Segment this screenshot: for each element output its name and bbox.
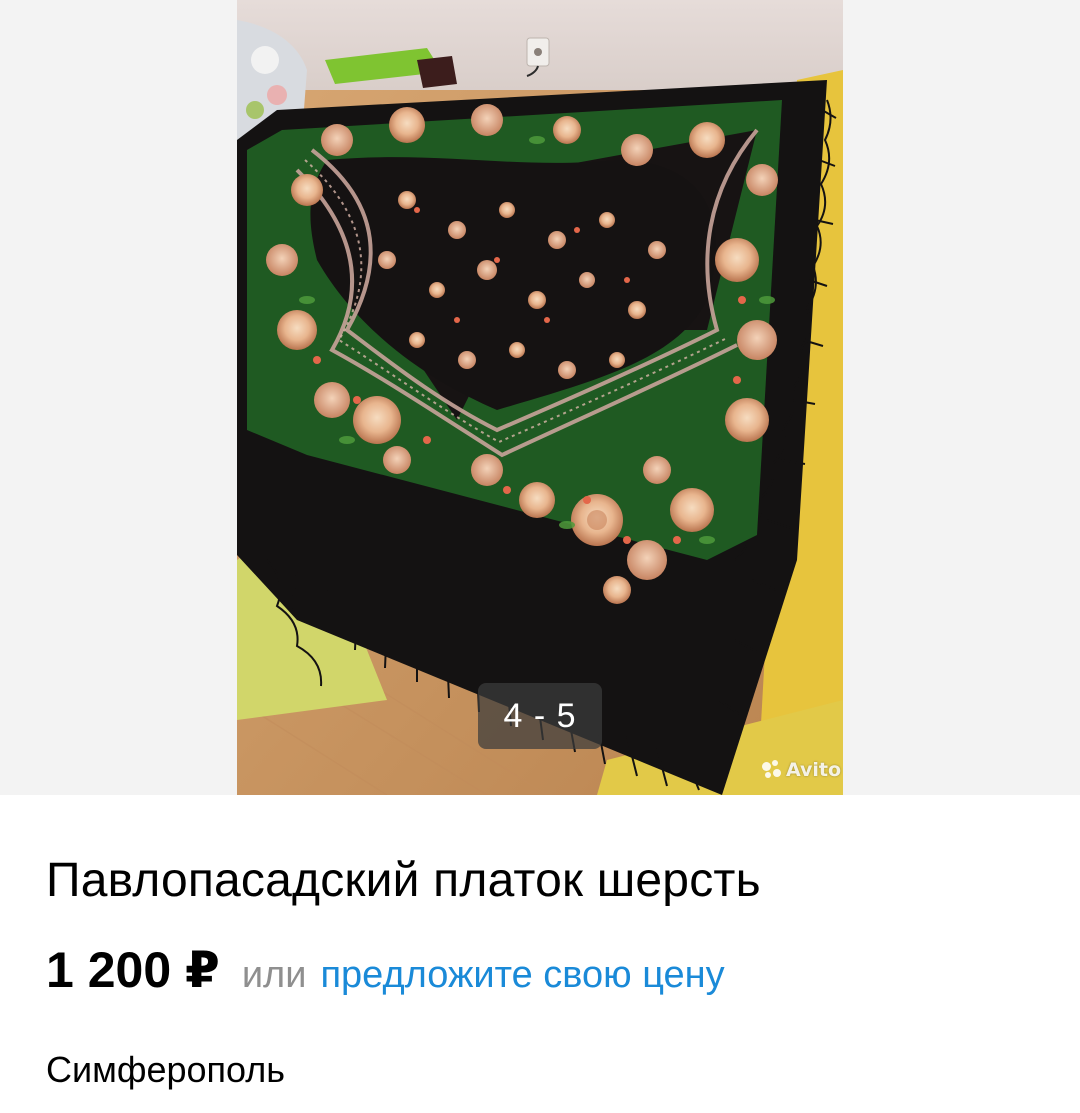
photo-counter: 4 - 5 <box>478 683 602 749</box>
shawl-photo-illustration <box>237 0 843 795</box>
price-row: 1 200 ₽ или предложите свою цену <box>46 941 725 1001</box>
avito-watermark: Avito <box>762 757 841 783</box>
listing-title: Павлопасадский платок шерсть <box>46 854 761 907</box>
avito-watermark-text: Avito <box>786 759 842 781</box>
listing-info: Павлопасадский платок шерсть 1 200 ₽ или… <box>0 795 1080 1113</box>
listing-location: Симферополь <box>46 1049 286 1090</box>
listing-photo[interactable]: 4 - 5 Avito <box>237 0 843 795</box>
offer-price-link[interactable]: предложите свою цену <box>320 954 724 997</box>
photo-gallery[interactable]: 4 - 5 Avito <box>0 0 1080 795</box>
avito-logo-icon <box>762 760 782 780</box>
price-or-text: или <box>241 954 307 996</box>
price-value: 1 200 ₽ <box>46 942 220 998</box>
